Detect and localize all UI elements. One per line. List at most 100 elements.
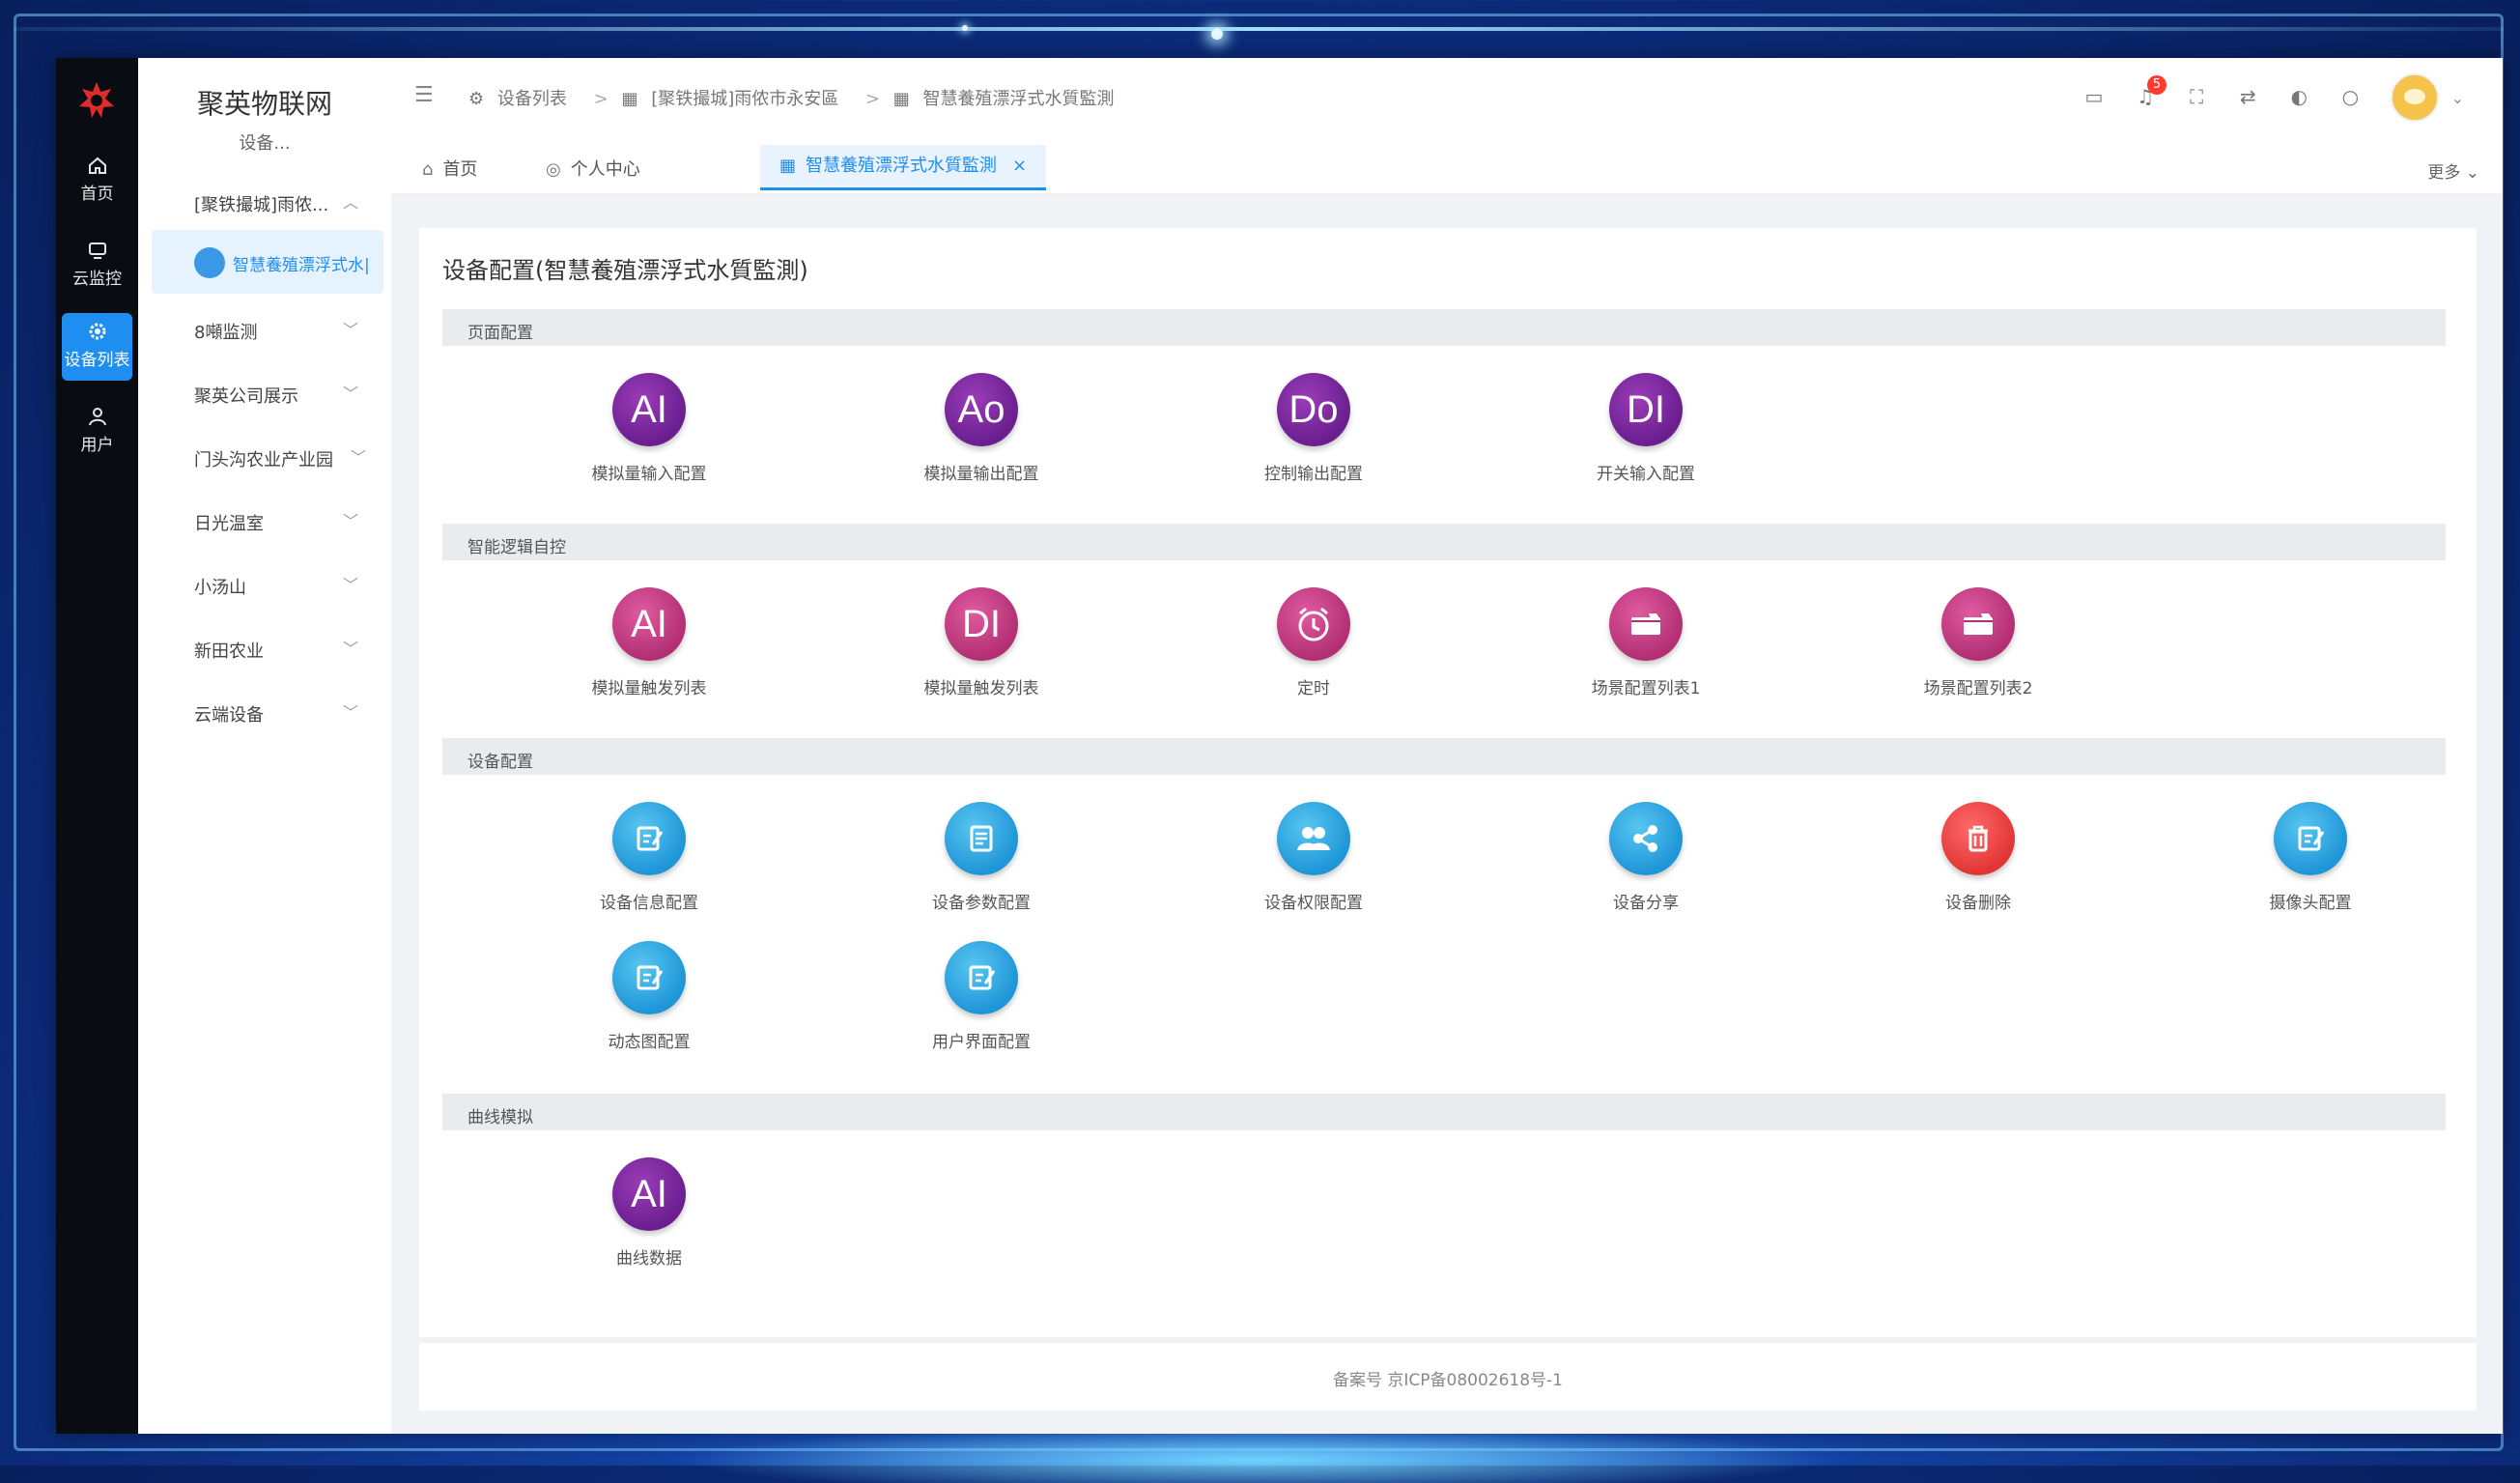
config-item-label: 场景配置列表2 <box>1923 679 2033 699</box>
breadcrumb-item[interactable]: [聚铁撮城]雨侬市永安區 <box>651 89 838 109</box>
device-dot-icon <box>194 247 225 278</box>
device-item-user-ui-config[interactable]: 用户界面配置 <box>856 941 1107 1052</box>
rail-item-monitor[interactable]: 云监控 <box>62 232 132 299</box>
sidebar-item-label: 8噸监测 <box>194 323 258 343</box>
tab-label: 个人中心 <box>570 159 640 180</box>
sidebar-item-group[interactable]: 门头沟农业产业园 ﹀ <box>138 433 391 481</box>
tab-device-config[interactable]: ▦ 智慧養殖漂浮式水質監測 × <box>760 145 1047 190</box>
breadcrumb-item[interactable]: 设备列表 <box>497 89 567 109</box>
config-item-do-output[interactable]: Do 控制输出配置 <box>1188 373 1439 484</box>
footer: 备案号 京ICP备08002618号-1 <box>419 1343 2477 1411</box>
message-icon[interactable]: ▭ <box>2082 85 2106 108</box>
notification-badge: 5 <box>2147 75 2167 95</box>
chevron-down-icon: ﹀ <box>350 448 366 467</box>
breadcrumb-separator: > <box>593 89 609 109</box>
config-item-label: 控制输出配置 <box>1264 465 1363 484</box>
config-item-label: 模拟量触发列表 <box>923 679 1039 699</box>
device-item-param-config[interactable]: 设备参数配置 <box>856 802 1107 913</box>
section-header: 设备配置 <box>442 738 2446 775</box>
section-label: 设备配置 <box>467 753 533 772</box>
user-icon <box>88 408 106 426</box>
sidebar-item-group[interactable]: 云端设备 ﹀ <box>138 688 391 736</box>
edit-icon <box>612 802 686 875</box>
rail-item-user[interactable]: 用户 <box>62 398 132 466</box>
fullscreen-icon[interactable]: ⛶ <box>2185 85 2208 108</box>
theme-icon[interactable]: ◐ <box>2287 85 2310 108</box>
logic-item-timer[interactable]: 定时 <box>1188 587 1439 699</box>
sidebar-item-label: 云端设备 <box>194 705 264 726</box>
config-item-label: 设备删除 <box>1945 894 2011 913</box>
config-item-label: 设备权限配置 <box>1264 894 1363 913</box>
curve-item-data[interactable]: AI 曲线数据 <box>524 1157 775 1269</box>
logic-item-di-trigger[interactable]: DI 模拟量触发列表 <box>856 587 1107 699</box>
config-item-label: 动态图配置 <box>608 1033 691 1052</box>
more-tabs-button[interactable]: 更多 ⌄ <box>2427 158 2479 183</box>
device-item-share[interactable]: 设备分享 <box>1520 802 1771 913</box>
chevron-down-icon: ﹀ <box>342 321 358 339</box>
sidebar-item-label: 新田农业 <box>194 642 264 662</box>
sidebar-item-group[interactable]: [聚铁撮城]雨侬... ︿ <box>138 178 391 226</box>
tab-label: 首页 <box>442 159 478 180</box>
config-item-label: 设备信息配置 <box>600 894 698 913</box>
rail-item-label: 云监控 <box>72 270 122 289</box>
gear-icon <box>89 323 105 340</box>
section-label: 智能逻辑自控 <box>467 538 566 557</box>
translate-icon[interactable]: ⇄ <box>2236 85 2259 108</box>
settings-icon[interactable]: ○ <box>2338 85 2362 108</box>
logic-item-ai-trigger[interactable]: AI 模拟量触发列表 <box>524 587 775 699</box>
sidebar-item-group[interactable]: 日光温室 ﹀ <box>138 497 391 545</box>
device-item-delete[interactable]: 设备删除 <box>1853 802 2104 913</box>
section-header: 页面配置 <box>442 309 2446 346</box>
ai-icon: AI <box>612 587 686 661</box>
brand-subtitle: 设备... <box>239 133 291 154</box>
home-icon: ⌂ <box>422 159 434 180</box>
bell-icon[interactable]: ♫ 5 <box>2134 75 2167 108</box>
chevron-down-icon: ﹀ <box>342 703 358 722</box>
config-item-label: 摄像头配置 <box>2269 894 2352 913</box>
sidebar-item-current-device[interactable]: 智慧養殖漂浮式水| <box>152 230 383 294</box>
rail-item-device-list[interactable]: 设备列表 <box>62 313 132 381</box>
rail-item-label: 首页 <box>80 185 114 204</box>
sidebar-item-group[interactable]: 8噸监测 ﹀ <box>138 305 391 354</box>
sidebar-item-label: 日光温室 <box>194 514 264 534</box>
home-icon <box>88 157 106 174</box>
di-icon: DI <box>1609 373 1683 446</box>
users-icon <box>1277 802 1350 875</box>
chevron-down-icon[interactable]: ⌄ <box>2451 89 2464 107</box>
device-item-camera-config[interactable]: 摄像头配置 <box>2185 802 2436 913</box>
config-item-ao-output[interactable]: Ao 模拟量输出配置 <box>856 373 1107 484</box>
sidebar-item-group[interactable]: 聚英公司展示 ﹀ <box>138 369 391 417</box>
edit-icon <box>612 941 686 1014</box>
chevron-down-icon: ﹀ <box>342 512 358 530</box>
top-header: ☰ ⚙ 设备列表 > ▦ [聚铁撮城]雨侬市永安區 > ▦ 智慧養殖漂浮式水質監… <box>391 58 2503 136</box>
chevron-up-icon: ︿ <box>342 193 358 212</box>
close-icon[interactable]: × <box>1012 156 1027 176</box>
tab-home[interactable]: ⌂ 首页 <box>422 149 477 191</box>
config-item-di-input[interactable]: DI 开关输入配置 <box>1520 373 1771 484</box>
device-item-permission-config[interactable]: 设备权限配置 <box>1188 802 1439 913</box>
breadcrumb-separator: > <box>864 89 881 109</box>
logic-item-scene-list-1[interactable]: 场景配置列表1 <box>1520 587 1771 699</box>
logic-item-scene-list-2[interactable]: 场景配置列表2 <box>1853 587 2104 699</box>
sidebar-item-group[interactable]: 小汤山 ﹀ <box>138 560 391 609</box>
scene-icon <box>1941 587 2015 661</box>
section-header: 智能逻辑自控 <box>442 524 2446 560</box>
ai-icon: AI <box>612 373 686 446</box>
device-config-panel: 设备配置(智慧養殖漂浮式水質監測) 页面配置 AI 模拟量输入配置 Ao 模拟量… <box>419 228 2477 1337</box>
grid-icon: ▦ <box>779 156 797 176</box>
share-icon <box>1609 802 1683 875</box>
header-toolbar: ▭ ♫ 5 ⛶ ⇄ ◐ ○ ⌄ <box>2071 73 2464 122</box>
tab-profile[interactable]: ◎ 个人中心 <box>546 149 640 191</box>
rail-item-home[interactable]: 首页 <box>62 147 132 214</box>
icon-rail: 首页 云监控 设备列表 用户 <box>56 58 138 1434</box>
page-title: 设备配置(智慧養殖漂浮式水質監測) <box>442 257 808 284</box>
sidebar-item-group[interactable]: 新田农业 ﹀ <box>138 624 391 672</box>
device-item-dynamic-graph-config[interactable]: 动态图配置 <box>524 941 775 1052</box>
device-item-info-config[interactable]: 设备信息配置 <box>524 802 775 913</box>
config-item-ai-input[interactable]: AI 模拟量输入配置 <box>524 373 775 484</box>
menu-toggle-icon[interactable]: ☰ <box>414 83 434 107</box>
frame-light-dot <box>1211 28 1223 40</box>
trash-icon <box>1941 802 2015 875</box>
tab-bar: ⌂ 首页 ◎ 个人中心 ▦ 智慧養殖漂浮式水質監測 × 更多 ⌄ <box>391 135 2503 194</box>
avatar[interactable] <box>2390 73 2439 122</box>
